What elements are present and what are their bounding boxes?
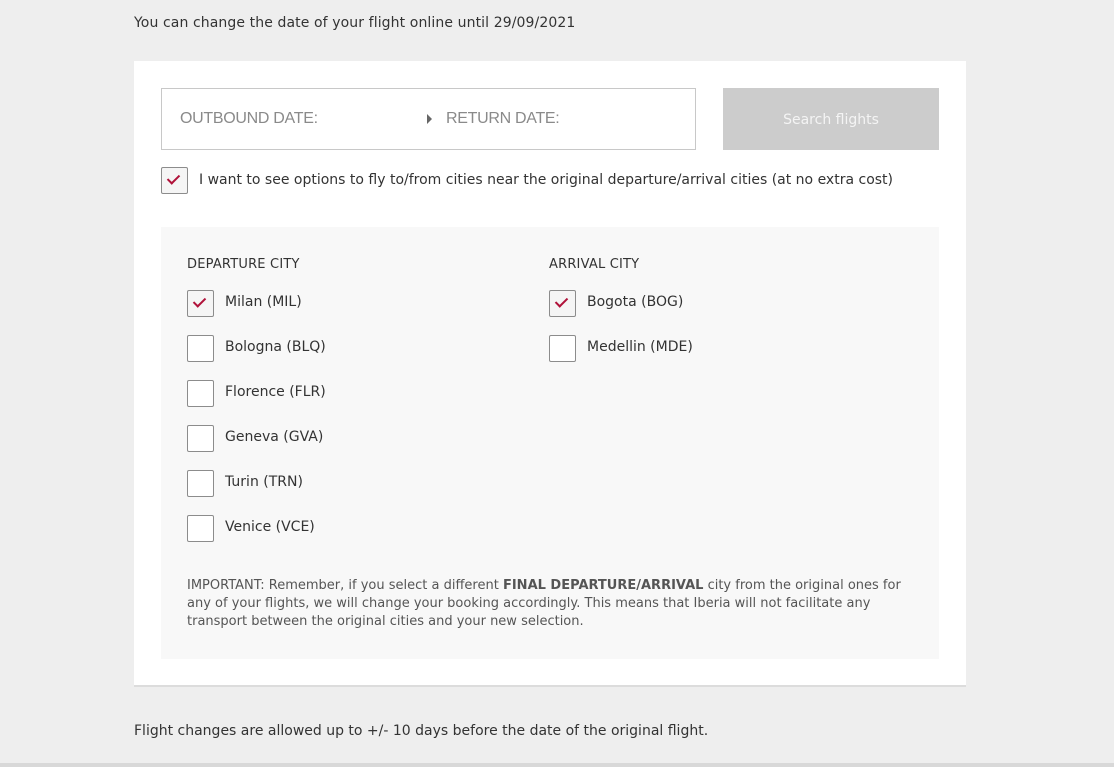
bottom-divider <box>0 763 1114 767</box>
city-label[interactable]: Geneva (GVA) <box>225 429 323 445</box>
departure-city-checkbox[interactable] <box>187 290 214 317</box>
arrival-city-checkbox[interactable] <box>549 290 576 317</box>
city-label[interactable]: Bogota (BOG) <box>587 294 683 310</box>
nearby-cities-checkbox[interactable] <box>161 167 188 194</box>
city-label[interactable]: Florence (FLR) <box>225 384 326 400</box>
departure-city-checkbox[interactable] <box>187 470 214 497</box>
flight-change-rule-notice: Flight changes are allowed up to +/- 10 … <box>134 723 709 739</box>
city-label[interactable]: Turin (TRN) <box>225 474 303 490</box>
city-label[interactable]: Venice (VCE) <box>225 519 315 535</box>
departure-city-checkbox[interactable] <box>187 380 214 407</box>
arrival-city-checkbox[interactable] <box>549 335 576 362</box>
arrival-city-heading: ARRIVAL CITY <box>549 257 640 272</box>
outbound-date-field[interactable]: OUTBOUND DATE: <box>180 89 410 149</box>
date-range-picker[interactable]: OUTBOUND DATE: RETURN DATE: <box>161 88 696 150</box>
city-label[interactable]: Bologna (BLQ) <box>225 339 326 355</box>
departure-city-checkbox[interactable] <box>187 335 214 362</box>
cities-panel: DEPARTURE CITY ARRIVAL CITY Milan (MIL) … <box>161 227 939 659</box>
checkmark-icon <box>192 294 207 308</box>
important-notice: IMPORTANT: Remember, if you select a dif… <box>187 577 917 631</box>
departure-city-checkbox[interactable] <box>187 425 214 452</box>
departure-city-heading: DEPARTURE CITY <box>187 257 300 272</box>
flight-search-card: OUTBOUND DATE: RETURN DATE: Search fligh… <box>134 61 966 687</box>
departure-city-checkbox[interactable] <box>187 515 214 542</box>
city-label[interactable]: Milan (MIL) <box>225 294 302 310</box>
checkmark-icon <box>554 294 569 308</box>
search-flights-button[interactable]: Search flights <box>723 88 939 150</box>
city-label[interactable]: Medellin (MDE) <box>587 339 693 355</box>
important-notice-bold: FINAL DEPARTURE/ARRIVAL <box>502 578 704 593</box>
arrow-right-icon <box>427 114 432 124</box>
important-notice-prefix: IMPORTANT: Remember, if you select a dif… <box>187 578 503 593</box>
checkmark-icon <box>166 171 181 185</box>
date-change-notice: You can change the date of your flight o… <box>134 15 576 31</box>
return-date-field[interactable]: RETURN DATE: <box>446 89 676 149</box>
nearby-cities-label[interactable]: I want to see options to fly to/from cit… <box>199 172 893 188</box>
